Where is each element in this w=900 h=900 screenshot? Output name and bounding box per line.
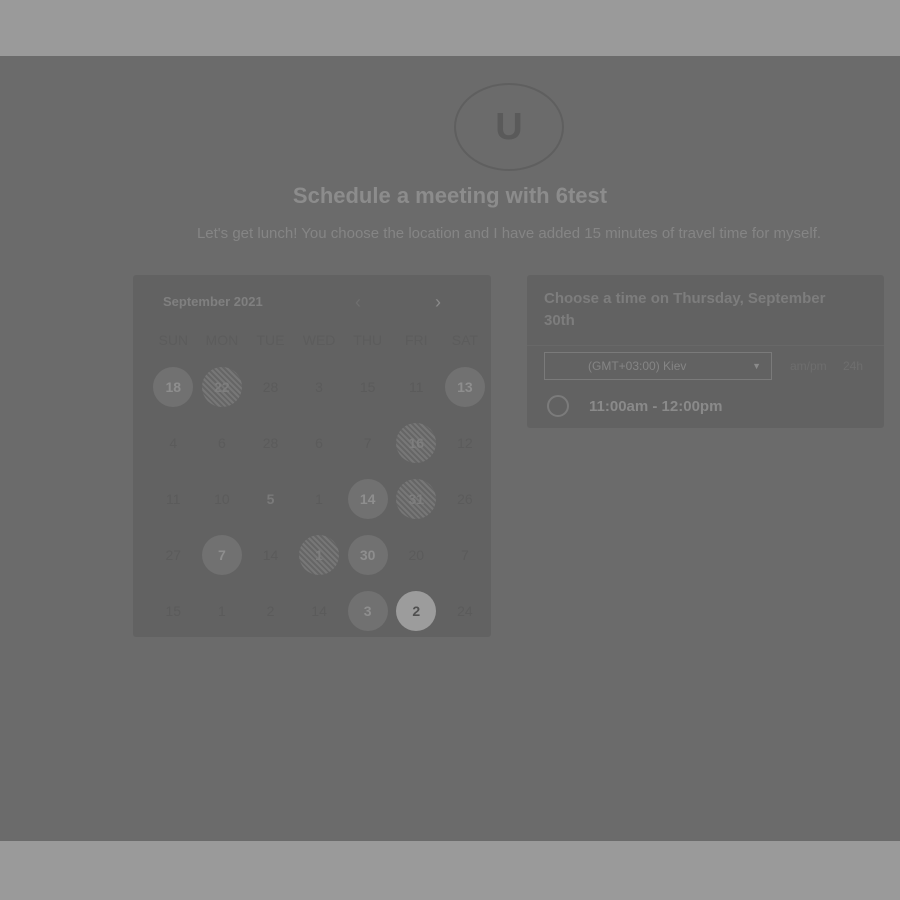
weekday-header: SUN MON TUE WED THU FRI SAT (149, 332, 489, 348)
calendar-day: 27 (165, 547, 182, 563)
format-24h-toggle[interactable]: 24h (843, 359, 863, 373)
avatar-letter: U (495, 105, 523, 148)
weekday-label: TUE (256, 332, 285, 348)
calendar-day: 7 (460, 547, 469, 563)
divider (527, 345, 884, 346)
calendar-day: 6 (217, 435, 226, 451)
calendar-day-available[interactable]: 7 (198, 527, 247, 583)
calendar-day: 26 (457, 491, 473, 507)
calendar-day-available[interactable]: 3 (343, 583, 392, 639)
calendar-month-label: September 2021 (163, 294, 263, 309)
calendar-card: September 2021 ‹ › SUN MON TUE WED THU F… (133, 275, 491, 637)
calendar-day-available[interactable]: 13 (441, 359, 490, 415)
calendar-day: 10 (214, 491, 230, 507)
weekday-label: SUN (158, 332, 189, 348)
calendar-day-available[interactable]: 22 (198, 359, 247, 415)
weekday-label: THU (353, 332, 383, 348)
weekday-label: SAT (451, 332, 478, 348)
weekday-label: MON (205, 332, 239, 348)
format-ampm-toggle[interactable]: am/pm (790, 359, 827, 373)
caret-down-icon: ▼ (752, 361, 761, 371)
timezone-select[interactable]: (GMT+03:00) Kiev ▼ (544, 352, 772, 380)
calendar-day: 20 (408, 547, 425, 563)
top-band (0, 0, 900, 56)
calendar-day-available[interactable]: 1 (295, 527, 344, 583)
calendar-day: 14 (262, 547, 279, 563)
calendar-day: 15 (359, 379, 376, 395)
calendar-day-available[interactable]: 31 (392, 471, 441, 527)
weekday-label: FRI (404, 332, 428, 348)
page-title: Schedule a meeting with 6test (292, 183, 608, 208)
weekday-label: WED (302, 332, 336, 348)
time-heading: Choose a time on Thursday, September 30t… (544, 290, 826, 329)
calendar-day: 1 (315, 491, 323, 507)
chevron-left-icon[interactable]: ‹ (355, 292, 361, 313)
calendar-day: 5 (266, 491, 275, 507)
calendar-day: 3 (315, 379, 323, 395)
calendar-day: 7 (363, 435, 372, 451)
calendar-day: 11 (166, 491, 181, 507)
bottom-band (0, 841, 900, 900)
calendar-day: 1 (217, 603, 226, 619)
calendar-day: 2 (266, 603, 275, 619)
time-slot-label: 11:00am - 12:00pm (589, 397, 723, 415)
avatar: U (454, 83, 564, 171)
chevron-right-icon[interactable]: › (435, 292, 441, 313)
timezone-value: (GMT+03:00) Kiev (588, 359, 687, 373)
radio-icon[interactable] (547, 395, 569, 417)
calendar-day-available[interactable]: 18 (149, 359, 198, 415)
calendar-grid: 18 22 28 3 15 11 13 4 6 28 6 7 16 12 11 … (149, 359, 489, 639)
calendar-day: 6 (315, 435, 323, 451)
calendar-day: 15 (165, 603, 182, 619)
calendar-day-available[interactable]: 14 (343, 471, 392, 527)
time-selection-card: Choose a time on Thursday, September 30t… (527, 275, 884, 428)
calendar-day: 28 (262, 379, 279, 395)
page-subtitle: Let's get lunch! You choose the location… (196, 225, 822, 242)
calendar-day: 11 (408, 379, 424, 395)
calendar-day: 12 (457, 435, 473, 451)
calendar-day: 28 (262, 435, 279, 451)
calendar-day-available[interactable]: 30 (343, 527, 392, 583)
calendar-day: 24 (457, 603, 473, 619)
calendar-day: 4 (169, 435, 178, 451)
calendar-day-available[interactable]: 16 (392, 415, 441, 471)
calendar-day-selected[interactable]: 2 (392, 583, 441, 639)
time-slot-option[interactable]: 11:00am - 12:00pm (547, 395, 722, 417)
calendar-day: 14 (311, 603, 327, 619)
